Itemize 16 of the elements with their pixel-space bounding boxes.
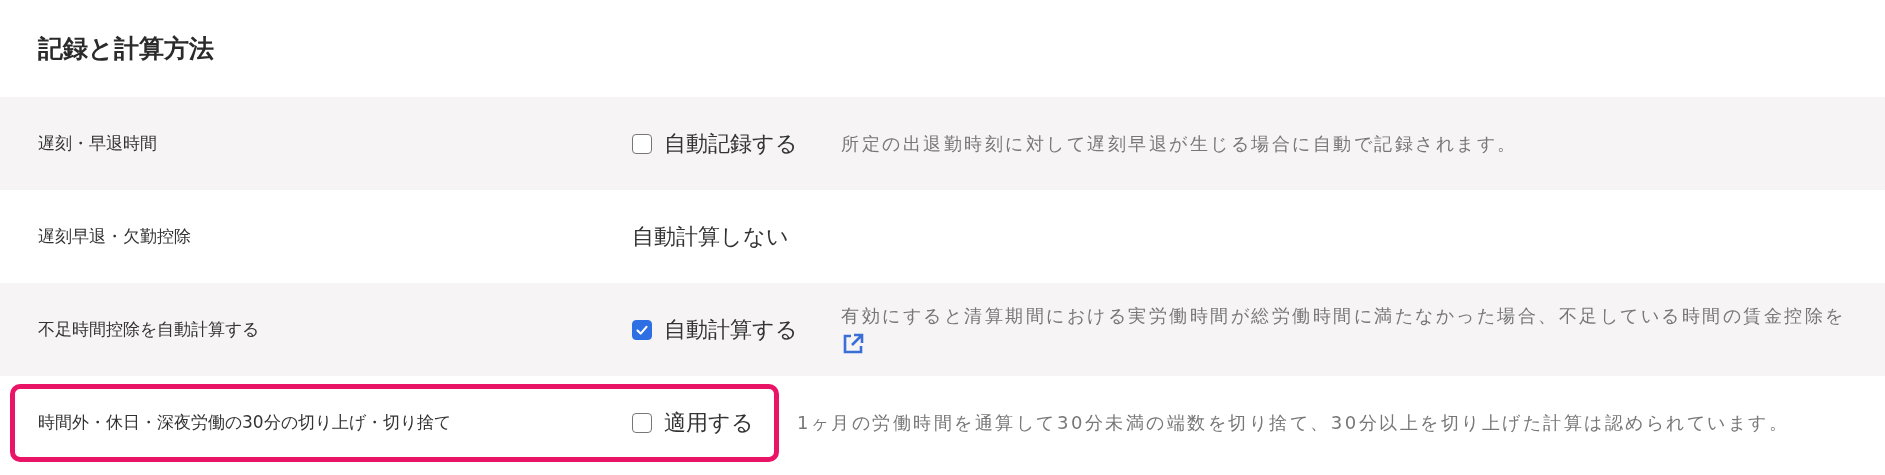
setting-label: 遅刻・早退時間 [38,132,158,155]
setting-label: 不足時間控除を自動計算する [38,318,260,341]
setting-label: 時間外・休日・深夜労働の30分の切り上げ・切り捨て [38,411,452,434]
external-link-icon[interactable] [841,331,865,356]
setting-description: 1ヶ月の労働時間を通算して30分未満の端数を切り捨て、30分以上を切り上げた計算は認められています。 [797,410,1790,435]
section-title: 記録と計算方法 [37,33,215,65]
checkbox[interactable] [632,133,652,154]
setting-description: 有効にすると清算期間における実労働時間が総労働時間に満たなかった場合、不足している時間の賃金控除を [841,303,1846,328]
checkbox-option[interactable]: 適用する [632,407,754,438]
checkbox-option[interactable]: 自動記録する [632,128,798,159]
checkbox-option[interactable]: 自動計算する [632,314,798,345]
setting-label: 遅刻早退・欠勤控除 [38,225,192,248]
checkbox[interactable] [632,319,652,340]
setting-description: 所定の出退勤時刻に対して遅刻早退が生じる場合に自動で記録されます。 [841,131,1518,156]
setting-value: 自動計算しない [632,222,789,251]
checkbox[interactable] [632,412,652,433]
